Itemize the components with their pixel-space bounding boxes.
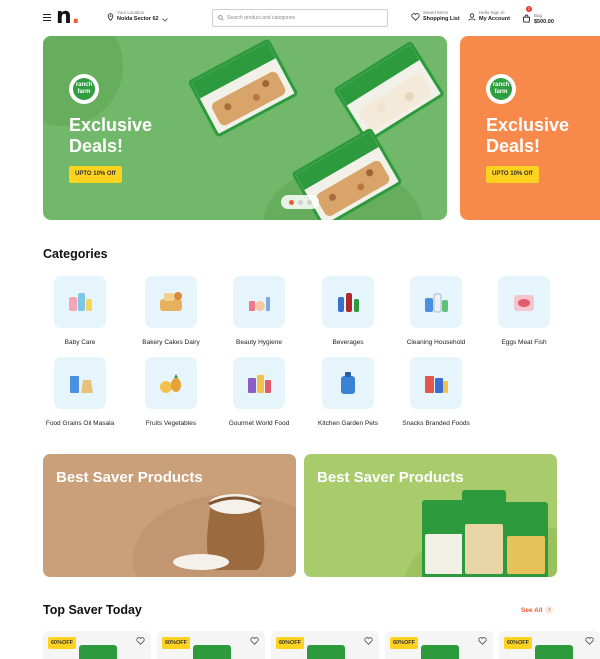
best-saver-banner-1[interactable]: Best Saver Products: [43, 454, 296, 577]
bag-count-badge: 2: [526, 6, 532, 12]
product-pack-image: [333, 40, 445, 144]
location-value: Noida Sector 62: [117, 16, 159, 22]
chevron-down-icon: [161, 17, 168, 22]
snacks-icon: [425, 376, 448, 393]
carousel-dot[interactable]: [306, 199, 312, 205]
eggs-meat-icon: [514, 295, 534, 311]
category-cleaning[interactable]: Cleaning Household: [392, 276, 480, 346]
bag-button[interactable]: 2 Bag $500.00: [522, 6, 554, 28]
wishlist-heart-icon[interactable]: [364, 637, 373, 645]
product-card[interactable]: 60%OFF: [271, 631, 379, 659]
see-all-label: See All: [521, 606, 543, 614]
wishlist-heart-icon[interactable]: [585, 637, 594, 645]
category-kitchen[interactable]: Kitchen Garden Pets: [304, 357, 392, 427]
category-label: Beauty Hygiene: [236, 339, 282, 346]
grains-icon: [70, 376, 93, 393]
product-card[interactable]: 60%OFF: [385, 631, 493, 659]
category-baby-care[interactable]: Baby Care: [36, 276, 124, 346]
beauty-icon: [249, 297, 270, 311]
product-image: [307, 645, 345, 659]
category-label: Fruits Vegetables: [145, 420, 197, 427]
category-label: Cleaning Household: [406, 339, 466, 346]
see-all-link[interactable]: See All ›: [521, 606, 554, 614]
search-icon: [218, 15, 224, 21]
top-saver-title: Top Saver Today: [43, 603, 142, 617]
baby-care-icon: [69, 293, 92, 311]
rice-sack-image: [173, 494, 265, 570]
product-pack-image: [462, 490, 506, 577]
product-pack-image: [504, 502, 548, 577]
brand-logo: ranch farm: [486, 74, 516, 104]
category-label: Gourmet World Food: [228, 420, 290, 427]
logo[interactable]: n.: [56, 5, 80, 29]
banner-title: Exclusive Deals!: [486, 115, 570, 156]
bakery-icon: [160, 292, 182, 311]
account-label: My Account: [479, 16, 510, 22]
chevron-right-icon: ›: [545, 606, 554, 614]
bag-icon: 2: [522, 6, 532, 28]
carousel-dot[interactable]: [288, 199, 294, 205]
menu-icon[interactable]: [43, 14, 51, 21]
category-gourmet[interactable]: Gourmet World Food: [215, 357, 303, 427]
saved-label: Shopping List: [423, 16, 460, 22]
location-pin-icon: [107, 12, 114, 21]
discount-badge: 60%OFF: [390, 637, 419, 649]
heart-icon: [411, 12, 420, 21]
search-bar[interactable]: [212, 9, 388, 27]
hero-banner-1[interactable]: ranch farm Exclusive Deals! UPTO 10% Off: [43, 36, 447, 220]
category-bakery[interactable]: Bakery Cakes Dairy: [127, 276, 215, 346]
product-pack-image: [187, 38, 299, 138]
gourmet-icon: [248, 375, 271, 393]
categories-title: Categories: [43, 247, 108, 261]
banner-title: Exclusive Deals!: [69, 115, 153, 156]
brand-logo: ranch farm: [69, 74, 99, 104]
offer-tag: UPTO 10% Off: [69, 166, 122, 183]
location-selector[interactable]: Your Location Noida Sector 62: [107, 10, 168, 23]
category-label: Kitchen Garden Pets: [318, 420, 378, 427]
product-image: [79, 645, 117, 659]
wishlist-heart-icon[interactable]: [136, 637, 145, 645]
discount-badge: 60%OFF: [276, 637, 305, 649]
product-image: [535, 645, 573, 659]
category-beauty[interactable]: Beauty Hygiene: [215, 276, 303, 346]
product-card[interactable]: 60%OFF: [43, 631, 151, 659]
product-pack-image: [422, 500, 466, 577]
carousel-dot[interactable]: [297, 199, 303, 205]
product-card[interactable]: 60%OFF: [157, 631, 265, 659]
category-fruits[interactable]: Fruits Vegetables: [127, 357, 215, 427]
bag-total: $500.00: [534, 18, 554, 25]
carousel-dots[interactable]: [281, 195, 319, 209]
cleaning-icon: [425, 293, 448, 313]
shopping-list-link[interactable]: Saved Items Shopping List: [411, 10, 460, 23]
category-beverages[interactable]: Beverages: [304, 276, 392, 346]
category-label: Snacks Branded Foods: [402, 420, 470, 427]
top-header: n. Your Location Noida Sector 62 Saved I…: [0, 0, 600, 36]
hero-banner-2[interactable]: ranch farm Exclusive Deals! UPTO 10% Off: [460, 36, 600, 220]
category-grains[interactable]: Food Grains Oil Masala: [36, 357, 124, 427]
category-label: Eggs Meat Fish: [501, 339, 547, 346]
kitchen-icon: [341, 372, 355, 394]
account-link[interactable]: Hello Sign In My Account: [468, 10, 510, 23]
offer-tag: UPTO 10% Off: [486, 166, 539, 183]
category-label: Beverages: [332, 339, 364, 346]
product-image: [421, 645, 459, 659]
wishlist-heart-icon[interactable]: [250, 637, 259, 645]
saver-title: Best Saver Products: [317, 469, 464, 486]
category-label: Bakery Cakes Dairy: [142, 339, 200, 346]
discount-badge: 60%OFF: [504, 637, 533, 649]
beverages-icon: [338, 293, 359, 312]
user-icon: [468, 12, 476, 21]
category-label: Baby Care: [64, 339, 96, 346]
wishlist-heart-icon[interactable]: [478, 637, 487, 645]
category-snacks[interactable]: Snacks Branded Foods: [392, 357, 480, 427]
discount-badge: 60%OFF: [162, 637, 191, 649]
best-saver-banner-2[interactable]: Best Saver Products: [304, 454, 557, 577]
fruits-icon: [160, 374, 181, 393]
search-input[interactable]: [227, 15, 377, 21]
product-image: [193, 645, 231, 659]
category-eggs-meat[interactable]: Eggs Meat Fish: [480, 276, 568, 346]
category-label: Food Grains Oil Masala: [45, 420, 115, 427]
discount-badge: 60%OFF: [48, 637, 77, 649]
product-card[interactable]: 60%OFF: [499, 631, 600, 659]
